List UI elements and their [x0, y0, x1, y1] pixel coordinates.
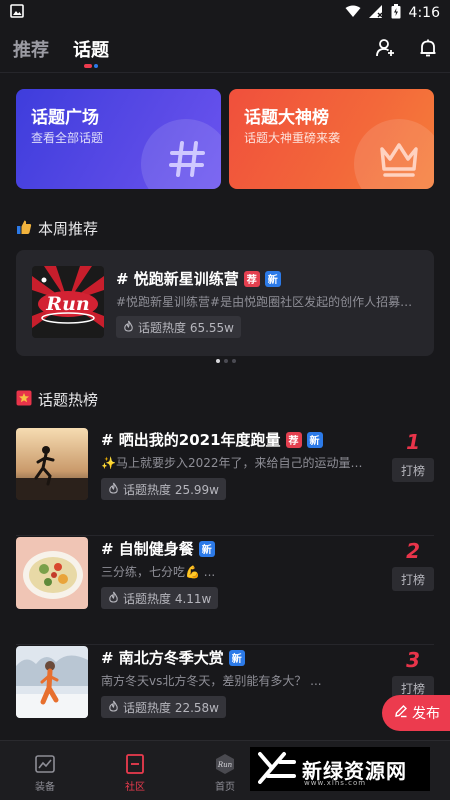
tab-topics[interactable]: 话题 [73, 36, 109, 62]
wifi-icon [345, 5, 361, 22]
carousel-dots [216, 359, 236, 363]
hot-section-header: 话题热榜 [16, 389, 98, 410]
community-icon [124, 753, 146, 775]
header-divider [0, 72, 450, 73]
flame-icon [108, 700, 119, 715]
battery-icon [391, 3, 401, 23]
gear-bag-icon [34, 753, 56, 775]
recommended-badge: 荐 [243, 270, 260, 287]
run-logo-icon: Run [214, 753, 236, 775]
star-badge-icon [16, 390, 32, 410]
flame-icon [108, 591, 119, 606]
new-badge: 新 [228, 649, 245, 666]
topic-title-line: # 悦跑新星训练营 荐 新 [116, 268, 281, 289]
new-badge: 新 [306, 431, 323, 448]
tab-recommend[interactable]: 推荐 [13, 36, 49, 62]
publish-button[interactable]: 发布 [382, 695, 450, 731]
row-divider [16, 644, 434, 645]
topic-thumbnail: Run [32, 266, 104, 338]
topic-description: ✨马上就要步入2022年了，来给自己的运动量做... [101, 456, 371, 470]
rank-number: 1 [406, 430, 420, 454]
crown-icon [380, 143, 418, 177]
signal-icon [368, 4, 383, 22]
topic-title-line: # 南北方冬季大赏 新 [101, 647, 245, 668]
nav-label: 社区 [125, 782, 145, 793]
hot-topic-row[interactable]: # 晒出我的2021年度跑量 荐 新 ✨马上就要步入2022年了，来给自己的运动… [0, 428, 450, 536]
heat-tag: 话题热度 4.11w [101, 587, 219, 609]
svg-text:Run: Run [217, 761, 233, 769]
rank-number: 3 [406, 648, 420, 672]
topic-title: # 自制健身餐 [101, 540, 194, 558]
card-title: 话题大神榜 [244, 108, 329, 128]
nav-label: 装备 [35, 782, 55, 793]
row-divider [16, 535, 434, 536]
heat-tag: 话题热度 65.55w [116, 316, 241, 338]
recommended-badge: 荐 [285, 431, 302, 448]
topic-title-line: # 自制健身餐 新 [101, 538, 215, 559]
topic-title: # 晒出我的2021年度跑量 [101, 431, 281, 449]
bell-icon[interactable] [418, 38, 438, 62]
flame-icon [108, 482, 119, 497]
topic-title: # 南北方冬季大赏 [101, 649, 224, 667]
rank-number: 2 [406, 539, 420, 563]
hot-topic-row[interactable]: # 自制健身餐 新 三分练，七分吃💪 ... 话题热度 4.11w 2 打榜 [0, 537, 450, 645]
heat-value: 话题热度 22.58w [123, 700, 219, 715]
weekly-section-header: 本周推荐 [16, 218, 98, 239]
topic-description: #悦跑新星训练营#是由悦跑圈社区发起的创作人招募活... [116, 295, 421, 309]
heat-value: 话题热度 25.99w [123, 482, 219, 497]
card-subtitle: 查看全部话题 [31, 131, 104, 145]
svg-text:Run: Run [45, 293, 89, 315]
heat-tag: 话题热度 22.58w [101, 696, 226, 718]
hot-topic-row[interactable]: # 南北方冬季大赏 新 南方冬天vs北方冬天，差别能有多大？ ... 话题热度 … [0, 646, 450, 754]
topic-description: 三分练，七分吃💪 ... [101, 565, 216, 579]
vote-button[interactable]: 打榜 [392, 458, 434, 482]
card-subtitle: 话题大神重磅来袭 [244, 131, 341, 145]
topic-title-line: # 晒出我的2021年度跑量 荐 新 [101, 429, 323, 450]
new-badge: 新 [264, 270, 281, 287]
topic-square-card[interactable]: 话题广场 查看全部话题 [16, 89, 221, 189]
publish-label: 发布 [412, 706, 440, 722]
heat-value: 话题热度 4.11w [123, 591, 212, 606]
vote-button[interactable]: 打榜 [392, 567, 434, 591]
pencil-icon [394, 704, 408, 722]
status-bar: 4:16 [0, 0, 450, 26]
thumbs-up-icon [16, 219, 32, 239]
section-title: 本周推荐 [38, 220, 99, 238]
topic-thumbnail [16, 646, 88, 718]
heat-value: 话题热度 65.55w [138, 320, 234, 335]
nav-item-gear[interactable]: 装备 [0, 741, 90, 800]
nav-item-community[interactable]: 社区 [90, 741, 180, 800]
flame-icon [123, 320, 134, 335]
active-tab-indicator [84, 64, 98, 68]
watermark-logo-icon [258, 750, 296, 788]
topic-leaderboard-card[interactable]: 话题大神榜 话题大神重磅来袭 [229, 89, 434, 189]
gallery-icon [10, 4, 24, 22]
heat-tag: 话题热度 25.99w [101, 478, 226, 500]
clock-time: 4:16 [408, 5, 440, 21]
section-title: 话题热榜 [38, 391, 99, 409]
nav-label: 首页 [215, 782, 235, 793]
hashtag-icon [169, 141, 205, 177]
watermark-url: www.xlhs.com [304, 779, 367, 787]
card-title: 话题广场 [31, 108, 99, 128]
topic-thumbnail [16, 537, 88, 609]
weekly-topic-card[interactable]: Run # 悦跑新星训练营 荐 新 #悦跑新星训练营#是由悦跑圈社区发起的创作人… [16, 250, 434, 356]
top-bar: 推荐 话题 [0, 26, 450, 72]
add-friend-icon[interactable] [376, 38, 396, 62]
new-badge: 新 [198, 540, 215, 557]
site-watermark: 新绿资源网 www.xlhs.com [250, 747, 430, 791]
topic-title: # 悦跑新星训练营 [116, 270, 239, 288]
topic-description: 南方冬天vs北方冬天，差别能有多大？ ... [101, 674, 322, 688]
topic-thumbnail [16, 428, 88, 500]
